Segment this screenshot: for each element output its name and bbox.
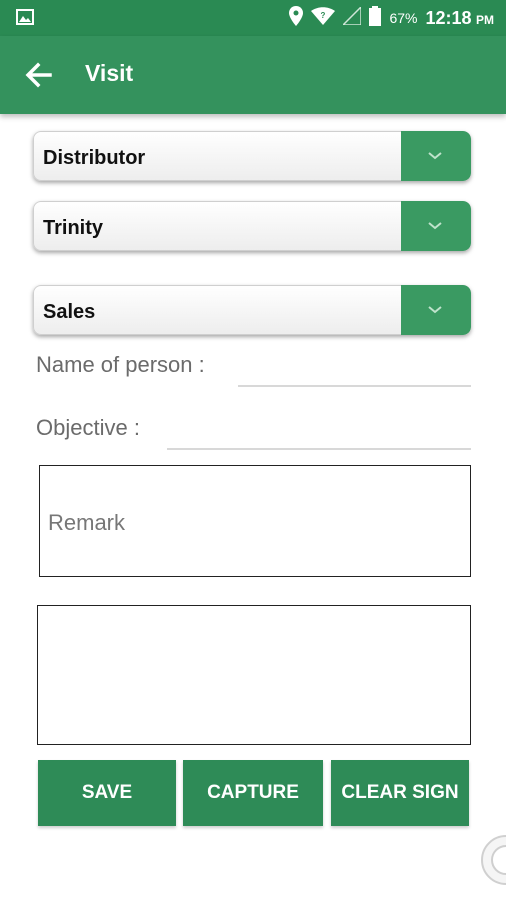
objective-label: Objective : bbox=[36, 415, 140, 440]
dropdown-toggle[interactable] bbox=[401, 201, 471, 251]
distributor-name-dropdown[interactable]: Trinity bbox=[33, 201, 471, 251]
visit-purpose-dropdown[interactable]: Sales bbox=[33, 285, 471, 335]
wifi-icon: ? bbox=[311, 6, 336, 30]
remark-placeholder: Remark bbox=[48, 510, 126, 535]
battery-icon bbox=[369, 5, 382, 31]
status-bar: ? 67% 12:18 PM bbox=[0, 0, 506, 36]
capture-button[interactable]: CAPTURE bbox=[183, 760, 323, 826]
dropdown-selected-value: Distributor bbox=[43, 147, 146, 169]
distributor-type-dropdown[interactable]: Distributor bbox=[33, 131, 471, 181]
chevron-down-icon bbox=[428, 306, 442, 314]
location-icon bbox=[289, 5, 304, 31]
clock-time: 12:18 bbox=[425, 7, 472, 28]
objective-input[interactable] bbox=[167, 448, 471, 450]
back-arrow-icon[interactable] bbox=[24, 61, 54, 89]
chevron-down-icon bbox=[428, 152, 442, 160]
save-button[interactable]: SAVE bbox=[38, 760, 176, 826]
cell-signal-icon bbox=[341, 4, 363, 30]
app-bar: Visit bbox=[0, 36, 506, 114]
svg-text:?: ? bbox=[321, 11, 326, 20]
name-of-person-input[interactable] bbox=[238, 385, 471, 387]
clear-sign-button[interactable]: CLEAR SIGN bbox=[331, 760, 469, 826]
remark-textarea[interactable]: Remark bbox=[39, 465, 471, 577]
floating-button-inner bbox=[491, 845, 506, 875]
dropdown-selected-value: Sales bbox=[43, 301, 96, 323]
dropdown-selected-value: Trinity bbox=[43, 217, 104, 239]
name-of-person-label: Name of person : bbox=[36, 352, 205, 377]
floating-assistive-button[interactable] bbox=[481, 835, 506, 885]
dropdown-toggle[interactable] bbox=[401, 131, 471, 181]
battery-percent: 67% bbox=[389, 10, 418, 26]
signature-pad[interactable] bbox=[37, 605, 471, 745]
clock-suffix: PM bbox=[476, 12, 494, 27]
image-notification-icon bbox=[16, 9, 34, 30]
page-title: Visit bbox=[85, 60, 134, 86]
chevron-down-icon bbox=[428, 222, 442, 230]
dropdown-toggle[interactable] bbox=[401, 285, 471, 335]
